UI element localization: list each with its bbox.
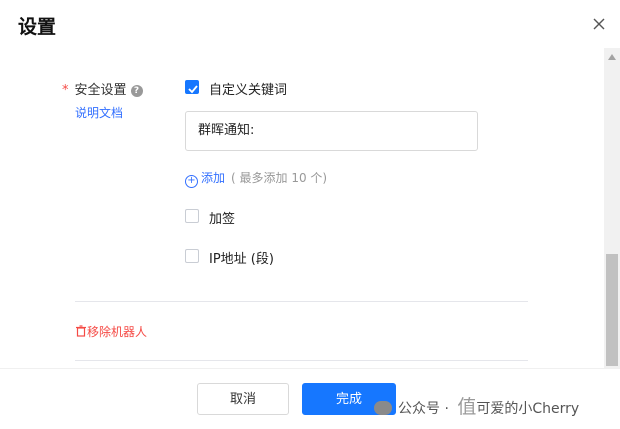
sign-checkbox[interactable] [185,209,199,223]
security-label-row: * 安全设置? [62,79,143,98]
divider [75,360,528,361]
watermark: 公众号 · 值可爱的小Cherry [374,392,579,419]
scrollbar-thumb[interactable] [606,254,618,366]
close-icon[interactable] [590,15,608,33]
cancel-button[interactable]: 取消 [197,383,289,415]
help-icon[interactable]: ? [130,85,143,97]
plus-circle-icon: + [185,175,198,188]
keyword-input[interactable]: 群晖通知: [185,111,478,151]
add-hint: ( 最多添加 10 个) [231,171,328,185]
scroll-up-icon[interactable] [608,54,616,60]
add-row: + 添加 ( 最多添加 10 个) [185,169,327,188]
custom-keyword-label[interactable]: 自定义关键词 [209,79,287,98]
security-label: 安全设置 [74,83,127,98]
sign-label[interactable]: 加签 [209,208,235,227]
trash-icon [76,325,86,337]
ip-checkbox[interactable] [185,249,199,263]
dialog-header: 设置 [0,0,620,48]
watermark-prefix: 公众号 · [398,401,454,417]
add-label: 添加 [201,171,226,185]
scrollbar[interactable] [604,48,620,368]
watermark-brand: 值 [457,396,477,418]
remove-label: 移除机器人 [87,325,148,339]
remove-robot-button[interactable]: 移除机器人 [75,323,147,340]
watermark-text: 可爱的小Cherry [476,401,580,417]
ip-label[interactable]: IP地址 (段) [209,248,274,267]
doc-link[interactable]: 说明文档 [75,104,123,121]
check-icon [188,85,198,94]
wechat-icon [374,401,392,415]
custom-keyword-checkbox[interactable] [185,80,199,94]
required-mark: * [62,83,69,98]
add-keyword-button[interactable]: + 添加 [185,171,226,188]
dialog-title: 设置 [18,16,57,38]
dialog-body: * 安全设置? 说明文档 自定义关键词 群晖通知: + 添加 ( 最多添加 10 个)… [0,48,604,368]
divider [75,301,528,302]
